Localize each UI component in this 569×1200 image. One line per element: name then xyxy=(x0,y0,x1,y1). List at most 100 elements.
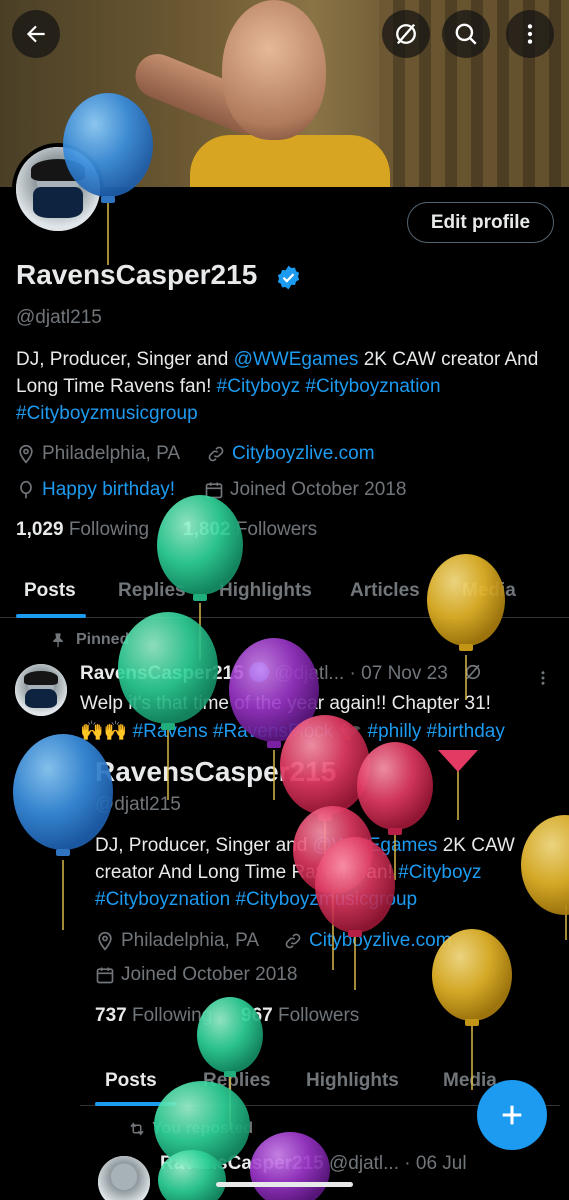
avatar-cap xyxy=(24,671,58,685)
edit-profile-button[interactable]: Edit profile xyxy=(407,202,554,243)
website-link[interactable]: Cityboyzlive.com xyxy=(232,443,375,465)
back-button[interactable] xyxy=(12,10,60,58)
calendar-icon xyxy=(96,967,114,984)
followers-label: Followers xyxy=(277,1005,360,1026)
location-pin-icon xyxy=(98,931,112,951)
website-link: Cityboyzlive.com xyxy=(309,930,452,951)
tab-replies[interactable]: Replies xyxy=(118,580,186,602)
tweet-hashtag[interactable]: #birthday xyxy=(427,721,505,742)
image-profile-name: RavensCasper215 xyxy=(95,756,337,787)
profile-joined: Joined October 2018 xyxy=(204,479,406,501)
tweet-avatar[interactable] xyxy=(15,664,67,716)
joined-text: Joined October 2018 xyxy=(121,964,298,985)
home-indicator[interactable] xyxy=(216,1182,353,1187)
profile-birthday[interactable]: Happy birthday! xyxy=(16,479,175,501)
arrow-left-icon xyxy=(26,25,45,43)
image-profile-bio: DJ, Producer, Singer and @WWEgames 2K CA… xyxy=(95,832,555,913)
stop-animation-button[interactable] xyxy=(382,10,430,58)
profile-handle: @djatl215 xyxy=(16,307,102,328)
image-profile-location: Philadelphia, PA xyxy=(95,930,259,952)
bio-hashtag-link: #Cityboyzmusicgroup xyxy=(235,889,418,910)
followers-count: 1,802 xyxy=(183,519,231,540)
birthday-text[interactable]: Happy birthday! xyxy=(42,479,175,501)
bio-text: DJ, Producer, Singer and xyxy=(95,835,313,856)
calendar-icon xyxy=(205,482,223,499)
bio-mention-link: @WWEgames xyxy=(312,835,438,856)
tweet-text: Welp it's that time of the year again!! … xyxy=(80,690,565,746)
image-profile-website: Cityboyzlive.com xyxy=(283,930,452,952)
avatar-mask xyxy=(32,187,84,218)
search-button[interactable] xyxy=(442,10,490,58)
pinned-text: Pinned xyxy=(76,631,130,648)
link-icon xyxy=(208,446,224,462)
joined-text: Joined October 2018 xyxy=(230,479,407,500)
followers-label: Followers xyxy=(235,519,318,540)
active-tab-indicator xyxy=(16,614,86,618)
tweet-author-name[interactable]: RavensCasper215 xyxy=(80,663,244,684)
profile-avatar[interactable] xyxy=(12,143,104,235)
following-label: Following xyxy=(131,1005,213,1026)
tweet-hashtag[interactable]: #RavensFlock xyxy=(213,721,333,742)
bio-hashtag-link: #Cityboyz xyxy=(398,862,482,883)
repost-icon xyxy=(130,1122,144,1136)
bio-hashtag-link: #Cityboyznation xyxy=(95,889,231,910)
location-text: Philadelphia, PA xyxy=(121,930,260,951)
bio-hashtag-link[interactable]: #Cityboyzmusicgroup xyxy=(16,403,198,424)
followers-count: 967 xyxy=(241,1005,273,1026)
profile-tabs: Posts Replies Highlights Articles Media xyxy=(0,568,569,618)
tweet-hashtag[interactable]: #Ravens xyxy=(133,721,208,742)
balloon-icon xyxy=(20,480,32,499)
banner-shirt xyxy=(190,135,390,187)
tweet-text-line: Welp it's that time of the year again!! … xyxy=(80,693,491,714)
tab-posts[interactable]: Posts xyxy=(24,580,76,602)
tweet-author-name: RavensCasper215 xyxy=(160,1153,324,1174)
bio-text: DJ, Producer, Singer and xyxy=(16,349,234,370)
following-link[interactable]: 1,029 Following xyxy=(16,519,149,541)
tweet-emoji: 🙌🙌 xyxy=(80,721,128,742)
image-profile-handle: @djatl215 xyxy=(95,794,181,815)
tweet-more-icon[interactable] xyxy=(537,669,549,687)
compose-post-button[interactable] xyxy=(477,1080,547,1150)
pin-icon xyxy=(53,633,63,648)
image-active-tab-indicator xyxy=(95,1102,177,1106)
bio-hashtag-link[interactable]: #Cityboyz xyxy=(217,376,300,397)
tab-media[interactable]: Media xyxy=(462,580,516,602)
circle-slash-icon xyxy=(396,23,416,45)
verified-badge-icon xyxy=(277,265,300,290)
profile-bio: DJ, Producer, Singer and @WWEgames 2K CA… xyxy=(16,346,556,427)
tweet-date: · 06 Jul xyxy=(404,1153,467,1174)
tweet-header: RavensCasper215 @djatl... · 07 Nov 23 xyxy=(80,662,560,685)
plus-icon xyxy=(502,1105,522,1125)
profile-name: RavensCasper215 xyxy=(16,259,258,290)
circle-slash-icon xyxy=(465,664,481,680)
image-tweet-header: RavensCasper215 @djatl... · 06 Jul xyxy=(160,1153,560,1175)
bio-hashtag-link[interactable]: #Cityboyznation xyxy=(305,376,440,397)
verified-badge-icon xyxy=(249,662,269,682)
image-followers: 967 Followers xyxy=(241,1005,359,1027)
tweet-hashtag[interactable]: #philly xyxy=(368,721,422,742)
avatar-background xyxy=(98,1156,150,1200)
following-label: Following xyxy=(68,519,150,540)
banner-head xyxy=(222,0,326,140)
link-icon xyxy=(285,933,301,949)
profile-location: Philadelphia, PA xyxy=(16,443,180,465)
following-count: 737 xyxy=(95,1005,127,1026)
followers-link[interactable]: 1,802 Followers xyxy=(183,519,317,541)
location-pin-icon xyxy=(19,444,33,464)
repost-text: You reposted xyxy=(152,1120,254,1137)
location-text: Philadelphia, PA xyxy=(42,443,181,464)
tab-articles[interactable]: Articles xyxy=(350,580,420,602)
following-count: 1,029 xyxy=(16,519,64,540)
more-button[interactable] xyxy=(506,10,554,58)
profile-website[interactable]: Cityboyzlive.com xyxy=(206,443,375,465)
avatar-mask xyxy=(25,688,57,708)
more-vertical-icon xyxy=(527,24,533,44)
search-icon xyxy=(455,23,477,45)
image-tweet-avatar xyxy=(98,1156,150,1200)
tab-highlights[interactable]: Highlights xyxy=(219,580,312,602)
bio-mention-link[interactable]: @WWEgames xyxy=(234,349,359,370)
image-profile-joined: Joined October 2018 xyxy=(95,964,297,986)
avatar-cap xyxy=(31,158,85,181)
pinned-label: Pinned xyxy=(50,631,129,649)
image-tab-posts: Posts xyxy=(105,1070,157,1091)
